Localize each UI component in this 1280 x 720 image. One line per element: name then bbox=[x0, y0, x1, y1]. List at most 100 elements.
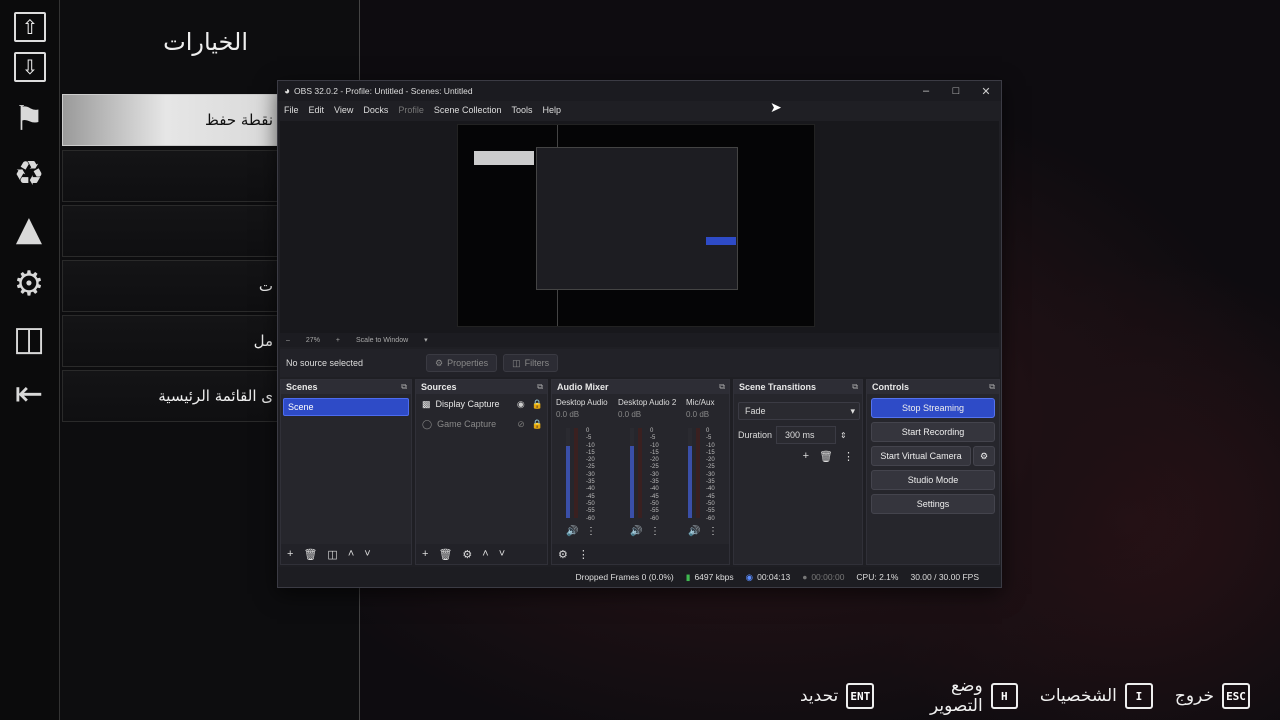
move-up-icon[interactable]: ˄ bbox=[482, 548, 488, 560]
start-virtual-camera-button[interactable]: Start Virtual Camera bbox=[871, 446, 971, 466]
duration-input[interactable]: 300 ms bbox=[776, 426, 837, 444]
meter-tick-label: -15 bbox=[586, 449, 595, 456]
settings-button[interactable]: Settings bbox=[871, 494, 995, 514]
hint-exit[interactable]: ESC خروج bbox=[1175, 683, 1250, 709]
esc-key-icon: ESC bbox=[1222, 683, 1250, 709]
gear-icon[interactable]: ⚙ bbox=[973, 446, 995, 466]
kebab-menu-icon[interactable]: ⋮ bbox=[843, 450, 854, 463]
chevron-down-icon[interactable]: ▾ bbox=[424, 336, 428, 344]
popout-icon[interactable]: ⧉ bbox=[401, 382, 407, 392]
duration-row: Duration 300 ms ⇕ bbox=[738, 426, 858, 444]
lock-icon[interactable]: 🔒 bbox=[532, 419, 543, 430]
menu-scene-collection[interactable]: Scene Collection bbox=[434, 105, 502, 115]
hint-select[interactable]: ENT تحديد bbox=[800, 683, 875, 709]
channel-name: Desktop Audio 2 bbox=[618, 398, 677, 407]
preview-canvas[interactable] bbox=[457, 124, 815, 327]
channel-name: Mic/Aux bbox=[686, 398, 715, 407]
minimize-icon[interactable]: – bbox=[911, 85, 941, 98]
menu-docks[interactable]: Docks bbox=[363, 105, 388, 115]
hint-photo-mode[interactable]: H وضع التصوير bbox=[896, 676, 1018, 716]
move-down-icon[interactable]: ˅ bbox=[364, 548, 370, 560]
add-icon[interactable]: + bbox=[287, 548, 293, 560]
menu-item-label: نقطة حفظ bbox=[205, 111, 273, 129]
hint-characters[interactable]: I الشخصيات bbox=[1040, 683, 1153, 709]
kebab-menu-icon[interactable]: ⋮ bbox=[650, 526, 660, 537]
meter-tick-label: -5 bbox=[650, 435, 656, 442]
meter-tick-label: -55 bbox=[650, 508, 659, 515]
menu-help[interactable]: Help bbox=[542, 105, 561, 115]
popout-icon[interactable]: ⧉ bbox=[719, 382, 725, 392]
kebab-menu-icon[interactable]: ⋮ bbox=[586, 526, 596, 537]
eye-off-icon[interactable]: ⊘ bbox=[517, 419, 525, 430]
monitor-icon: ▩ bbox=[422, 398, 431, 409]
exit-icon[interactable]: ⇤ bbox=[8, 373, 50, 415]
hint-label: تحديد bbox=[800, 686, 839, 706]
speaker-icon[interactable]: 🔊 bbox=[566, 526, 578, 537]
volume-meter[interactable] bbox=[688, 428, 692, 518]
transition-value: Fade bbox=[745, 406, 766, 416]
popout-icon[interactable]: ⧉ bbox=[989, 382, 995, 392]
volume-meter[interactable] bbox=[566, 428, 570, 518]
filter-icon[interactable]: ◫ bbox=[327, 548, 337, 561]
volume-meter[interactable] bbox=[630, 428, 634, 518]
arrow-up-icon[interactable]: ⇧ bbox=[14, 12, 46, 42]
meter-tick-label: -20 bbox=[650, 457, 659, 464]
add-icon[interactable]: + bbox=[803, 450, 809, 463]
meter-scale: 0 -5 -10 -15 -20 -25 -30 -35 -40 -45 -50 -55 -60 bbox=[706, 428, 715, 523]
popout-icon[interactable]: ⧉ bbox=[537, 382, 543, 392]
trash-icon[interactable]: 🗑 bbox=[303, 548, 317, 561]
meter-tick-label: -55 bbox=[706, 508, 715, 515]
menu-file[interactable]: File bbox=[284, 105, 299, 115]
move-down-icon[interactable]: ˅ bbox=[499, 548, 505, 560]
speaker-icon[interactable]: 🔊 bbox=[688, 526, 700, 537]
film-icon[interactable]: ◫ bbox=[8, 318, 50, 360]
menu-profile[interactable]: Profile bbox=[398, 105, 424, 115]
kebab-menu-icon[interactable]: ⋮ bbox=[578, 548, 589, 561]
lock-icon[interactable]: 🔒 bbox=[532, 399, 543, 410]
menu-view[interactable]: View bbox=[334, 105, 353, 115]
menu-tools[interactable]: Tools bbox=[511, 105, 532, 115]
gamepad-icon: ◯ bbox=[422, 418, 433, 429]
dock-title: Controls bbox=[872, 382, 909, 392]
advanced-audio-icon[interactable]: ⚙ bbox=[558, 548, 568, 561]
transition-select[interactable]: Fade ▾ bbox=[738, 402, 860, 420]
meter-tick-label: -10 bbox=[706, 442, 715, 449]
character-icon[interactable]: ♻ bbox=[8, 153, 50, 195]
map-icon[interactable]: ▲ bbox=[8, 208, 50, 250]
flag-icon[interactable]: ⚑ bbox=[8, 98, 50, 140]
meter-tick-label: -30 bbox=[650, 471, 659, 478]
dropped-frames: Dropped Frames 0 (0.0%) bbox=[575, 572, 674, 582]
menu-edit[interactable]: Edit bbox=[309, 105, 325, 115]
trash-icon[interactable]: 🗑 bbox=[438, 548, 452, 561]
preview-nested-blue bbox=[706, 237, 736, 245]
stop-streaming-button[interactable]: Stop Streaming bbox=[871, 398, 995, 418]
sources-footer: + 🗑 ⚙ ˄ ˅ bbox=[416, 544, 547, 564]
source-item[interactable]: ◯ Game Capture ⊘ 🔒 bbox=[416, 414, 547, 434]
scale-mode[interactable]: Scale to Window bbox=[356, 337, 408, 344]
source-item[interactable]: ▩ Display Capture ◉ 🔒 bbox=[416, 394, 547, 414]
eye-icon[interactable]: ◉ bbox=[517, 399, 525, 410]
arrow-down-icon[interactable]: ⇩ bbox=[14, 52, 46, 82]
obs-titlebar[interactable]: ◕ OBS 32.0.2 - Profile: Untitled - Scene… bbox=[278, 81, 1001, 101]
properties-button[interactable]: ⚙ Properties bbox=[426, 354, 498, 372]
popout-icon[interactable]: ⧉ bbox=[852, 382, 858, 392]
studio-mode-button[interactable]: Studio Mode bbox=[871, 470, 995, 490]
maximize-icon[interactable]: □ bbox=[941, 85, 971, 98]
trash-icon[interactable]: 🗑 bbox=[819, 450, 833, 463]
speaker-icon[interactable]: 🔊 bbox=[630, 526, 642, 537]
zoom-out-icon[interactable]: – bbox=[286, 337, 290, 344]
move-up-icon[interactable]: ˄ bbox=[348, 548, 354, 560]
gear-icon[interactable]: ⚙ bbox=[8, 263, 50, 305]
mixer-channel: Mic/Aux 0.0 dB 0 -5 -10 -15 -20 -25 -30 -35 -40-… bbox=[686, 398, 728, 546]
add-icon[interactable]: + bbox=[422, 548, 428, 560]
zoom-in-icon[interactable]: + bbox=[336, 337, 340, 344]
gear-icon[interactable]: ⚙ bbox=[462, 548, 472, 561]
stepper-icon[interactable]: ⇕ bbox=[840, 431, 847, 440]
hint-label: الشخصيات bbox=[1039, 686, 1117, 706]
kebab-menu-icon[interactable]: ⋮ bbox=[708, 526, 718, 537]
start-recording-button[interactable]: Start Recording bbox=[871, 422, 995, 442]
scene-list-item[interactable]: Scene bbox=[283, 398, 409, 416]
filters-button[interactable]: ◫ Filters bbox=[503, 354, 559, 372]
meter-tick-label: -10 bbox=[650, 442, 659, 449]
close-icon[interactable]: ✕ bbox=[971, 85, 1001, 98]
